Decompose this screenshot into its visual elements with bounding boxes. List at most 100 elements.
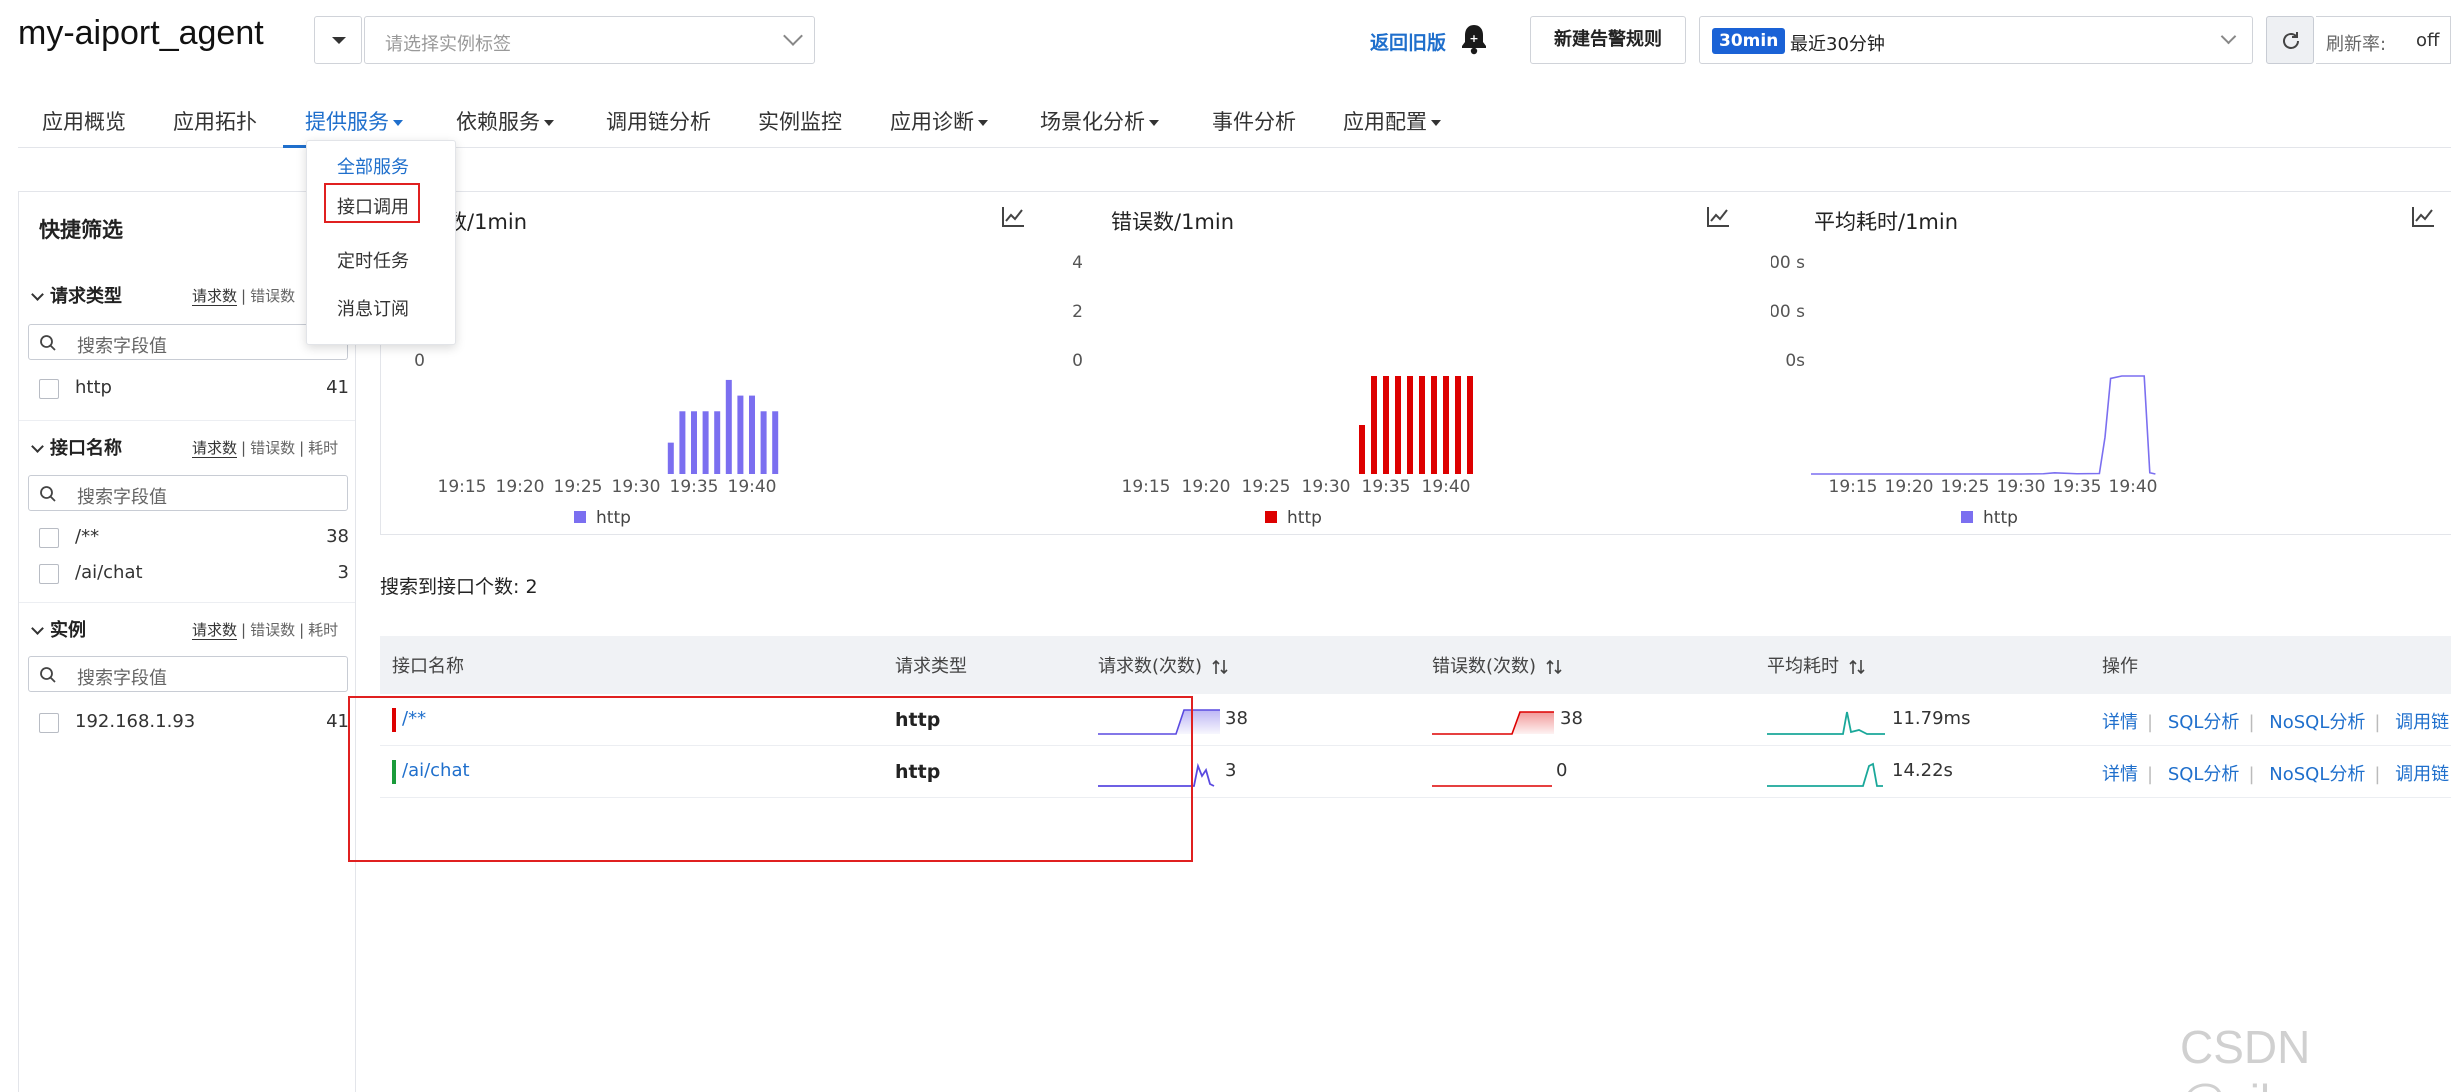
table-header: 接口名称 请求类型 请求数(次数) 错误数(次数) 平均耗时 操作: [380, 636, 2451, 694]
x-tick-label: 19:25: [1242, 477, 1291, 497]
metric-tab-errors[interactable]: 错误数: [250, 287, 295, 305]
metric-tab-errors[interactable]: 错误数: [250, 621, 295, 639]
list-item[interactable]: /** 38: [39, 525, 349, 551]
section-metric-tabs: 请求数 | 错误数 | 耗时: [192, 621, 339, 640]
search-icon: [40, 667, 56, 683]
checkbox[interactable]: [39, 379, 59, 399]
search-input[interactable]: 搜索字段值: [28, 324, 348, 360]
sort-icon[interactable]: [1849, 658, 1865, 676]
latency-sparkline: [1767, 762, 1883, 787]
old-version-link[interactable]: 返回旧版: [1370, 28, 1446, 55]
x-tick-label: 19:20: [496, 477, 545, 497]
detail-link[interactable]: 详情: [2102, 764, 2138, 785]
metric-tab-requests[interactable]: 请求数: [192, 439, 238, 458]
detail-link[interactable]: 详情: [2102, 712, 2138, 733]
list-item[interactable]: http 41: [39, 376, 349, 402]
row-actions: 详情 | SQL分析 | NoSQL分析 | 调用链: [2102, 764, 2450, 785]
chevron-down-icon: [2220, 28, 2237, 45]
checkbox[interactable]: [39, 713, 59, 733]
legend-swatch: [1265, 511, 1277, 523]
alert-bell-icon[interactable]: +: [1458, 22, 1490, 56]
x-tick-label: 19:20: [1885, 477, 1934, 497]
sql-analysis-link[interactable]: SQL分析: [2168, 764, 2240, 785]
tab-app-overview[interactable]: 应用概览: [42, 106, 126, 136]
menu-item-all-services[interactable]: 全部服务: [337, 153, 409, 179]
requests-value: 38: [1225, 708, 1248, 729]
new-alert-rule-button[interactable]: 新建告警规则: [1530, 16, 1686, 64]
trace-link[interactable]: 调用链: [2395, 712, 2449, 733]
avg-latency-chart: 0s 2.00 s 4.00 s 19:15 19:20 19:25 19:30 19:35 1…: [1771, 253, 2158, 528]
bar: [1395, 376, 1401, 474]
bar: [1359, 425, 1365, 474]
y-tick-label: 0: [414, 351, 425, 371]
search-input[interactable]: 搜索字段值: [28, 656, 348, 692]
column-header-sortable[interactable]: 平均耗时: [1767, 652, 1865, 678]
tab-instance-monitor[interactable]: 实例监控: [758, 106, 842, 136]
x-tick-label: 19:30: [612, 477, 661, 497]
legend-swatch: [1961, 511, 1973, 523]
tab-provided-services[interactable]: 提供服务: [305, 106, 403, 136]
checkbox[interactable]: [39, 528, 59, 548]
menu-item-scheduled-tasks[interactable]: 定时任务: [337, 247, 409, 273]
y-tick-label: 2: [1072, 302, 1083, 322]
bar: [725, 379, 732, 474]
trace-link[interactable]: 调用链: [2395, 764, 2449, 785]
legend-swatch: [574, 511, 586, 523]
nosql-analysis-link[interactable]: NoSQL分析: [2269, 712, 2365, 733]
x-tick-label: 19:25: [554, 477, 603, 497]
nosql-analysis-link[interactable]: NoSQL分析: [2269, 764, 2365, 785]
series-line: [1811, 375, 2156, 475]
section-request-type[interactable]: 请求类型: [31, 282, 122, 308]
caret-down-icon: [1431, 120, 1441, 126]
requests-value: 3: [1225, 760, 1237, 781]
section-instance[interactable]: 实例: [31, 616, 86, 642]
tab-trace-analysis[interactable]: 调用链分析: [606, 106, 711, 136]
search-result-count: 搜索到接口个数: 2: [380, 576, 538, 598]
tab-dependent-services[interactable]: 依赖服务: [456, 106, 554, 136]
checkbox[interactable]: [39, 564, 59, 584]
sort-icon[interactable]: [1546, 658, 1562, 676]
tab-event-analysis[interactable]: 事件分析: [1212, 106, 1296, 136]
metric-tab-latency[interactable]: 耗时: [308, 439, 338, 457]
legend-label: http: [596, 508, 631, 528]
bar: [667, 442, 674, 474]
tab-app-diagnosis[interactable]: 应用诊断: [890, 106, 988, 136]
tab-scenario-analysis[interactable]: 场景化分析: [1040, 106, 1159, 136]
latency-value: 11.79ms: [1892, 708, 1971, 729]
metric-tab-errors[interactable]: 错误数: [250, 439, 295, 457]
instance-tag-select[interactable]: 请选择实例标签: [364, 16, 815, 64]
sort-icon[interactable]: [1212, 658, 1228, 676]
bar: [679, 411, 686, 474]
column-header-sortable[interactable]: 请求数(次数): [1098, 652, 1228, 678]
refresh-button[interactable]: [2266, 16, 2314, 64]
time-range-select[interactable]: 30min 最近30分钟: [1699, 16, 2253, 64]
chevron-down-icon: [31, 440, 44, 453]
metric-tab-latency[interactable]: 耗时: [308, 621, 338, 639]
list-item[interactable]: 192.168.1.93 41: [39, 710, 349, 736]
menu-item-message-subscription[interactable]: 消息订阅: [337, 295, 409, 321]
tab-app-config[interactable]: 应用配置: [1343, 106, 1441, 136]
bar: [749, 395, 755, 474]
tag-dropdown-toggle[interactable]: [314, 16, 362, 64]
metric-tab-requests[interactable]: 请求数: [192, 287, 238, 306]
x-tick-label: 19:20: [1182, 477, 1231, 497]
menu-item-api-calls[interactable]: 接口调用: [337, 193, 409, 219]
tab-app-topology[interactable]: 应用拓扑: [173, 106, 257, 136]
column-header-sortable[interactable]: 错误数(次数): [1432, 652, 1562, 678]
errors-sparkline: [1432, 785, 1552, 787]
svg-text:+: +: [1469, 32, 1478, 45]
refresh-rate-select[interactable]: 刷新率: off: [2316, 16, 2451, 64]
legend-label: http: [1287, 508, 1322, 528]
metric-tab-requests[interactable]: 请求数: [192, 621, 238, 640]
search-input[interactable]: 搜索字段值: [28, 475, 348, 511]
sql-analysis-link[interactable]: SQL分析: [2168, 712, 2240, 733]
x-tick-label: 19:35: [670, 477, 719, 497]
search-placeholder: 搜索字段值: [77, 336, 167, 357]
section-api-name[interactable]: 接口名称: [31, 434, 122, 460]
x-tick-label: 19:40: [2109, 477, 2158, 497]
bar: [1419, 376, 1425, 474]
bar: [737, 395, 744, 474]
errors-value: 0: [1556, 760, 1568, 781]
y-tick-label: 4: [1072, 253, 1083, 273]
list-item[interactable]: /ai/chat 3: [39, 561, 349, 587]
